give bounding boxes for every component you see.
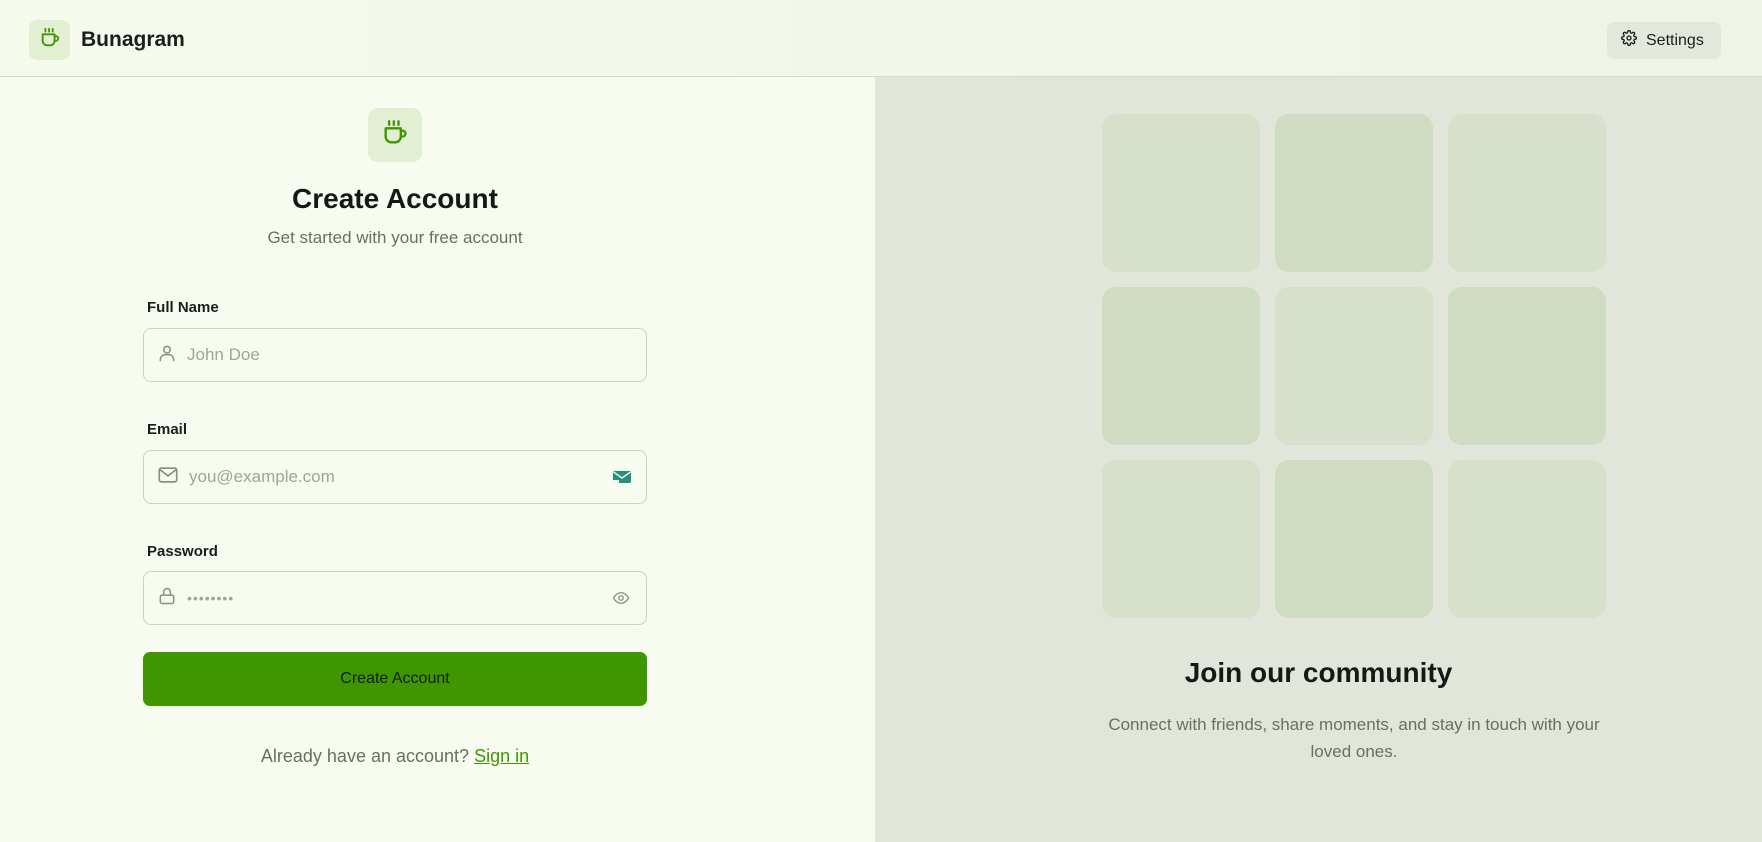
image-placeholder-tile [1448, 114, 1606, 272]
page-title: Create Account [292, 183, 498, 214]
email-autofill-icon[interactable] [612, 469, 632, 485]
brand-logo[interactable] [29, 20, 70, 60]
image-placeholder-tile [1448, 287, 1606, 445]
gear-icon [1621, 30, 1637, 51]
page-subtitle: Get started with your free account [267, 228, 523, 247]
sign-in-link[interactable]: Sign in [474, 746, 529, 766]
image-placeholder-tile [1102, 114, 1260, 272]
coffee-cup-icon [39, 27, 61, 54]
community-title: Join our community [1184, 657, 1453, 688]
signup-hero-icon [368, 108, 422, 162]
community-subtitle: Connect with friends, share moments, and… [1108, 715, 1600, 761]
image-placeholder-tile [1275, 460, 1433, 618]
image-placeholder-tile [1102, 460, 1260, 618]
signin-prompt-row: Already have an account? Sign in [0, 746, 790, 767]
email-field[interactable]: you@example.com [143, 450, 647, 504]
signin-prompt-text: Already have an account? [260, 746, 470, 766]
eye-icon[interactable] [610, 589, 632, 607]
brand-name[interactable]: Bunagram [81, 28, 185, 52]
full-name-label: Full Name [147, 299, 219, 316]
signup-panel: Create Account Get started with your fre… [0, 77, 875, 842]
settings-label: Settings [1646, 31, 1704, 49]
top-header: Bunagram Settings [0, 0, 1762, 77]
image-placeholder-tile [1275, 114, 1433, 272]
community-panel: Join our community Connect with friends,… [875, 77, 1762, 842]
email-placeholder: you@example.com [189, 467, 335, 486]
settings-button[interactable]: Settings [1607, 22, 1721, 59]
password-placeholder: •••••••• [187, 590, 235, 606]
image-placeholder-tile [1275, 287, 1433, 445]
full-name-field[interactable]: John Doe [143, 328, 647, 382]
image-placeholder-tile [1102, 287, 1260, 445]
photo-grid [1102, 114, 1606, 618]
image-placeholder-tile [1448, 460, 1606, 618]
lock-icon [157, 585, 177, 612]
email-label: Email [147, 421, 188, 438]
user-icon [157, 343, 177, 368]
full-name-placeholder: John Doe [187, 345, 260, 364]
create-account-button[interactable]: Create Account [143, 652, 647, 706]
password-field[interactable]: •••••••• [143, 571, 647, 625]
mail-icon [157, 464, 179, 491]
password-label: Password [147, 543, 218, 560]
coffee-cup-icon [381, 119, 409, 152]
